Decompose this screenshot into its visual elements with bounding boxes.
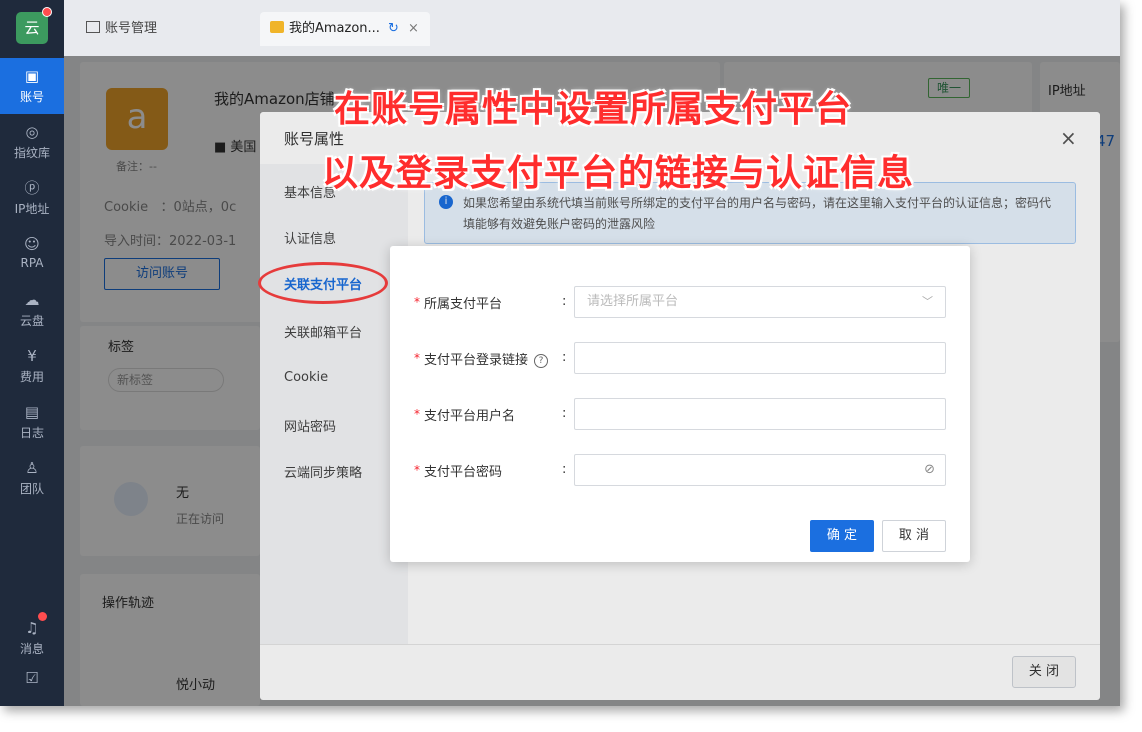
fingerprint-icon: ◎ — [25, 123, 39, 141]
field-label-text: 支付平台密码 — [424, 465, 503, 480]
tab-amazon-store[interactable]: 我的Amazon... ↻ × — [260, 12, 430, 46]
sidebar-item-cloud-disk[interactable]: ☁ 云盘 — [0, 282, 64, 338]
id-card-icon: ▣ — [24, 67, 40, 85]
required-mark: * — [414, 295, 420, 309]
sidebar: 云 ▣ 账号 ◎ 指纹库 ⓟ IP地址 ☺ RPA ☁ 云盘 ¥ 费用 ▤ 日志 ♙ 团队 ♫ 消… — [0, 0, 64, 706]
sidebar-item-team[interactable]: ♙ 团队 — [0, 450, 64, 506]
sidebar-item-log[interactable]: ▤ 日志 — [0, 394, 64, 450]
field-label: * 支付平台密码 — [414, 454, 502, 489]
sidebar-item-label: IP地址 — [14, 202, 50, 216]
app-logo: 云 — [16, 12, 48, 44]
close-tab-icon[interactable]: × — [408, 12, 419, 46]
required-mark: * — [414, 407, 420, 421]
cloud-disk-icon: ☁ — [24, 291, 40, 309]
sidebar-item-label: 云盘 — [19, 314, 44, 328]
colon: : — [562, 462, 567, 477]
sidebar-item-label: 指纹库 — [13, 146, 50, 160]
app-window: 云 ▣ 账号 ◎ 指纹库 ⓟ IP地址 ☺ RPA ☁ 云盘 ¥ 费用 ▤ 日志 ♙ 团队 ♫ 消… — [0, 0, 1120, 706]
field-row-username: * 支付平台用户名 : — [414, 398, 954, 430]
message-badge — [38, 612, 47, 621]
field-row-login-link: * 支付平台登录链接? : — [414, 342, 954, 374]
yen-icon: ¥ — [27, 347, 37, 365]
login-link-input[interactable] — [574, 342, 946, 374]
sidebar-item-account[interactable]: ▣ 账号 — [0, 58, 64, 114]
sidebar-item-fees[interactable]: ¥ 费用 — [0, 338, 64, 394]
username-input[interactable] — [574, 398, 946, 430]
colon: : — [562, 350, 567, 365]
sidebar-item-label: 消息 — [19, 642, 44, 656]
cancel-button[interactable]: 取 消 — [882, 520, 946, 552]
payment-platform-dialog: * 所属支付平台 : 请选择所属平台 ﹀ * 支付平台登录链接? : * 支付平台用户名… — [390, 246, 970, 562]
annotation-line-1: 在账号属性中设置所属支付平台 — [334, 89, 853, 130]
team-icon: ♙ — [25, 459, 39, 477]
bell-icon: ♫ — [25, 619, 39, 637]
sidebar-item-label: RPA — [20, 256, 44, 270]
platform-select[interactable]: 请选择所属平台 ﹀ — [574, 286, 946, 318]
required-mark: * — [414, 351, 420, 365]
sidebar-item-label: 团队 — [19, 482, 44, 496]
field-label: * 支付平台用户名 — [414, 398, 515, 433]
eye-off-icon[interactable]: ⊘ — [924, 455, 935, 485]
field-label: * 所属支付平台 — [414, 286, 502, 321]
sidebar-item-fingerprint[interactable]: ◎ 指纹库 — [0, 114, 64, 170]
password-input[interactable]: ⊘ — [574, 454, 946, 486]
field-label-text: 支付平台登录链接 — [424, 353, 529, 368]
tab-label: 我的Amazon... — [289, 21, 380, 36]
field-label-text: 所属支付平台 — [424, 297, 503, 312]
id-card-icon — [86, 21, 100, 33]
field-row-platform: * 所属支付平台 : 请选择所属平台 ﹀ — [414, 286, 954, 318]
amazon-icon — [270, 21, 284, 33]
annotation-line-2: 以及登录支付平台的链接与认证信息 — [322, 153, 915, 194]
sidebar-item-messages[interactable]: ♫ 消息 — [0, 610, 64, 666]
colon: : — [562, 406, 567, 421]
field-row-password: * 支付平台密码 : ⊘ — [414, 454, 954, 486]
sidebar-item-label: 费用 — [19, 370, 44, 384]
help-icon[interactable]: ? — [534, 354, 549, 368]
highlight-oval — [258, 262, 388, 304]
sidebar-item-tasks[interactable]: ☑ — [0, 660, 64, 706]
sidebar-item-label: 账号 — [19, 90, 44, 104]
field-label-text: 支付平台用户名 — [424, 409, 516, 424]
colon: : — [562, 294, 567, 309]
ip-icon: ⓟ — [24, 179, 40, 197]
tab-bar: 账号管理 我的Amazon... ↻ × — [64, 0, 1120, 56]
notification-dot — [42, 7, 52, 17]
log-icon: ▤ — [24, 403, 40, 421]
cancel-button-label: 取 消 — [898, 528, 930, 543]
sidebar-item-rpa[interactable]: ☺ RPA — [0, 226, 64, 282]
chevron-down-icon: ﹀ — [922, 295, 933, 308]
confirm-button[interactable]: 确 定 — [810, 520, 874, 552]
select-placeholder: 请选择所属平台 — [587, 294, 679, 309]
sidebar-item-label: 日志 — [19, 426, 44, 440]
clipboard-icon: ☑ — [25, 669, 39, 687]
tab-label: 账号管理 — [105, 21, 158, 36]
field-label: * 支付平台登录链接? — [414, 342, 549, 377]
sidebar-item-ip[interactable]: ⓟ IP地址 — [0, 170, 64, 226]
required-mark: * — [414, 463, 420, 477]
confirm-button-label: 确 定 — [826, 528, 858, 543]
refresh-icon[interactable]: ↻ — [388, 12, 399, 46]
tab-account-management[interactable]: 账号管理 — [76, 12, 256, 46]
robot-icon: ☺ — [24, 235, 40, 253]
